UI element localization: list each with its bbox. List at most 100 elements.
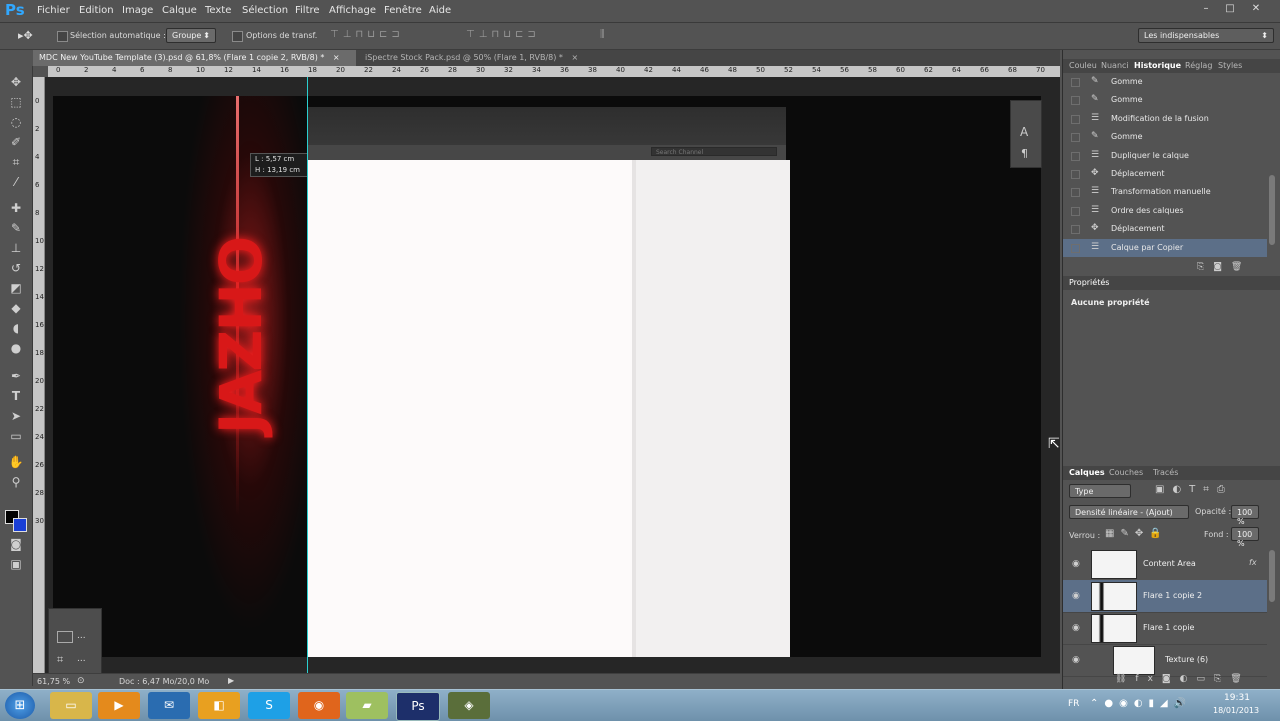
blend-mode-dropdown[interactable]: Densité linéaire - (Ajout) xyxy=(1069,505,1189,519)
shape-tool-icon[interactable]: ▭ xyxy=(8,428,24,444)
menu-selection[interactable]: Sélection xyxy=(242,5,288,16)
minimize-button[interactable]: – xyxy=(1198,3,1214,17)
marquee-tool-icon[interactable]: ⬚ xyxy=(8,94,24,110)
visibility-eye-icon[interactable]: ◉ xyxy=(1072,591,1080,601)
eyedropper-tool-icon[interactable]: ⁄ xyxy=(8,174,24,190)
menu-affichage[interactable]: Affichage xyxy=(329,5,376,16)
layer-row-flare-copie[interactable]: ◉ Flare 1 copie xyxy=(1063,612,1267,645)
history-item[interactable]: ☰ Calque par Copier xyxy=(1063,238,1267,257)
path-select-icon[interactable]: ➤ xyxy=(8,408,24,424)
explorer-taskbar-icon[interactable]: ▭ xyxy=(50,692,92,719)
mini-bridge-icon[interactable] xyxy=(57,631,73,643)
notes-taskbar-icon[interactable]: ▰ xyxy=(346,692,388,719)
status-icon[interactable]: ⊙ xyxy=(77,676,85,686)
history-item[interactable]: ☰ Ordre des calques xyxy=(1063,202,1267,220)
tab-ispectre[interactable]: iSpectre Stock Pack.psd @ 50% (Flare 1, … xyxy=(359,50,578,66)
zoom-level[interactable]: 61,75 % xyxy=(37,677,70,686)
photoshop-taskbar-icon[interactable]: Ps xyxy=(396,692,440,721)
history-item[interactable]: ✎ Gomme xyxy=(1063,73,1267,91)
layers-footer-icons[interactable]: ⛓fx◙◐▭⎘🗑 xyxy=(1115,674,1251,684)
history-snapshot-checkbox[interactable] xyxy=(1071,151,1080,161)
quick-mask-icon[interactable]: ◙ xyxy=(8,536,24,552)
tab-mdc-template[interactable]: MDC New YouTube Template (3).psd @ 61,8%… xyxy=(33,50,356,66)
language-indicator[interactable]: FR xyxy=(1068,699,1079,709)
auto-select-dropdown[interactable]: Groupe ⬍ xyxy=(166,28,216,43)
start-button-icon[interactable]: ⊞ xyxy=(5,692,35,719)
history-item[interactable]: ✥ Déplacement xyxy=(1063,165,1267,183)
brush-tool-icon[interactable]: ✎ xyxy=(8,220,24,236)
stamp-tool-icon[interactable]: ⊥ xyxy=(8,240,24,256)
history-item[interactable]: ✎ Gomme xyxy=(1063,128,1267,146)
history-snapshot-checkbox[interactable] xyxy=(1071,188,1080,198)
layer-filter-icons[interactable]: ▣◐T⌗⎙ xyxy=(1155,484,1233,495)
thunderbird-taskbar-icon[interactable]: ✉ xyxy=(148,692,190,719)
history-snapshot-checkbox[interactable] xyxy=(1071,133,1080,143)
pen-tool-icon[interactable]: ✒ xyxy=(8,368,24,384)
history-snapshot-checkbox[interactable] xyxy=(1071,170,1080,179)
history-footer-icons[interactable]: ⎘◙🗑 xyxy=(1197,262,1251,272)
tab-couches[interactable]: Couches xyxy=(1109,468,1143,477)
layer-row-flare-copie-2[interactable]: ◉ Flare 1 copie 2 xyxy=(1063,580,1267,613)
media-player-taskbar-icon[interactable]: ▶ xyxy=(98,692,140,719)
paragraph-panel-icon[interactable]: ¶ xyxy=(1021,147,1028,160)
guide-line[interactable] xyxy=(307,77,308,673)
blur-tool-icon[interactable]: ◖ xyxy=(8,320,24,336)
history-item[interactable]: ☰ Dupliquer le calque xyxy=(1063,147,1267,165)
menu-texte[interactable]: Texte xyxy=(205,5,231,16)
fill-input[interactable]: 100 % xyxy=(1231,527,1259,548)
tab-reglages[interactable]: Réglag xyxy=(1185,61,1212,70)
tray-icons[interactable]: ⌃●◉◐▮◢🔊 xyxy=(1090,698,1192,709)
office-taskbar-icon[interactable]: ◧ xyxy=(198,692,240,719)
history-snapshot-checkbox[interactable] xyxy=(1071,243,1080,253)
layer-filter-dropdown[interactable]: Type xyxy=(1069,484,1131,498)
history-item[interactable]: ✎ Gomme xyxy=(1063,91,1267,109)
tab-couleurs[interactable]: Couleu xyxy=(1069,61,1097,70)
menu-fichier[interactable]: Fichier xyxy=(37,5,70,16)
maximize-button[interactable]: □ xyxy=(1222,3,1238,17)
visibility-eye-icon[interactable]: ◉ xyxy=(1072,655,1080,665)
tab-historique[interactable]: Historique xyxy=(1134,61,1181,70)
history-item[interactable]: ✥ Déplacement xyxy=(1063,220,1267,238)
close-icon[interactable]: × xyxy=(571,53,578,62)
auto-select-checkbox[interactable] xyxy=(57,31,68,42)
character-panel-icon[interactable]: A xyxy=(1020,125,1028,139)
layer-row-content-area[interactable]: ◉ Content Area fx xyxy=(1063,548,1267,581)
zoom-tool-icon[interactable]: ⚲ xyxy=(8,474,24,490)
visibility-eye-icon[interactable]: ◉ xyxy=(1072,559,1080,569)
screen-mode-icon[interactable]: ▣ xyxy=(8,556,24,572)
hand-tool-icon[interactable]: ✋ xyxy=(8,454,24,470)
menu-calque[interactable]: Calque xyxy=(162,5,197,16)
dodge-tool-icon[interactable]: ● xyxy=(8,340,24,356)
timeline-icon[interactable]: ⌗ xyxy=(57,653,63,667)
background-color-swatch[interactable] xyxy=(13,518,27,532)
app-taskbar-icon[interactable]: ◈ xyxy=(448,692,490,719)
history-snapshot-checkbox[interactable] xyxy=(1071,225,1080,235)
menu-aide[interactable]: Aide xyxy=(429,5,451,16)
history-scrollbar[interactable] xyxy=(1269,175,1275,245)
menu-edition[interactable]: Edition xyxy=(79,5,114,16)
skype-taskbar-icon[interactable]: S xyxy=(248,692,290,719)
menu-fenetre[interactable]: Fenêtre xyxy=(384,5,422,16)
layers-scrollbar[interactable] xyxy=(1269,550,1275,602)
history-item[interactable]: ☰ Transformation manuelle xyxy=(1063,183,1267,201)
type-tool-icon[interactable]: T xyxy=(8,388,24,404)
history-snapshot-checkbox[interactable] xyxy=(1071,96,1080,106)
workspace-dropdown[interactable]: Les indispensables ⬍ xyxy=(1138,28,1274,43)
tab-styles[interactable]: Styles xyxy=(1218,61,1242,70)
menu-filtre[interactable]: Filtre xyxy=(295,5,320,16)
auto-align-icon[interactable]: ⫼ xyxy=(600,29,609,43)
lock-icons[interactable]: ▦✎✥🔒 xyxy=(1105,528,1168,539)
move-tool-icon[interactable]: ▸✥ xyxy=(18,29,33,42)
tab-traces[interactable]: Tracés xyxy=(1153,468,1178,477)
layer-row-texture[interactable]: ◉ Texture (6) xyxy=(1063,644,1267,677)
align-icons[interactable]: ⊤⊥⊓⊔⊏⊐ xyxy=(330,29,404,43)
tab-calques[interactable]: Calques xyxy=(1069,468,1105,477)
history-brush-icon[interactable]: ↺ xyxy=(8,260,24,276)
history-snapshot-checkbox[interactable] xyxy=(1071,114,1080,124)
healing-brush-icon[interactable]: ✚ xyxy=(8,200,24,216)
canvas-area[interactable]: JAZHO L : 5,57 cm H : 13,19 cm Search Ch… xyxy=(45,77,1060,673)
history-item[interactable]: ☰ Modification de la fusion xyxy=(1063,110,1267,128)
lasso-tool-icon[interactable]: ◌ xyxy=(8,114,24,130)
opacity-input[interactable]: 100 % xyxy=(1231,505,1259,526)
eraser-tool-icon[interactable]: ◩ xyxy=(8,280,24,296)
